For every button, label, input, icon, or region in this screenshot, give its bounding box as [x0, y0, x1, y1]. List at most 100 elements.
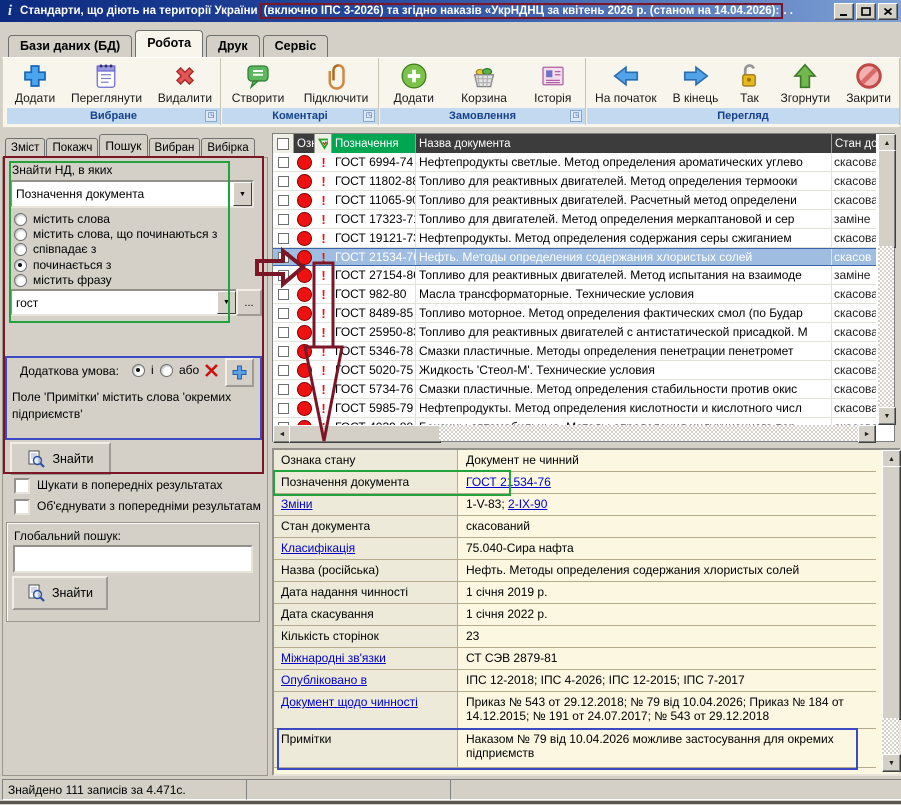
detail-value-link[interactable]: 2-IX-90: [508, 497, 547, 511]
table-row[interactable]: !ГОСТ 8489-85Топливо моторное. Метод опр…: [273, 304, 876, 323]
tab-Бази даних (БД)[interactable]: Бази даних (БД): [8, 35, 132, 57]
row-checkbox[interactable]: [273, 361, 294, 379]
row-checkbox[interactable]: [273, 249, 294, 265]
radio-match-option[interactable]: містить слова, що починаються з: [14, 227, 217, 241]
scroll-track[interactable]: [878, 246, 894, 407]
detail-label-link[interactable]: Класифікація: [281, 541, 355, 555]
toolbar-button-plus-circle[interactable]: Додати: [390, 60, 438, 106]
toolbar-button-no-entry[interactable]: Закрити: [842, 60, 895, 106]
row-checkbox[interactable]: [273, 210, 294, 228]
scroll-track[interactable]: [882, 718, 899, 754]
toolbar-button-comment[interactable]: Створити: [228, 60, 289, 106]
chevron-down-icon[interactable]: ▼: [233, 182, 252, 206]
row-checkbox[interactable]: [273, 191, 294, 209]
maximize-button[interactable]: [856, 3, 876, 20]
table-row[interactable]: !ГОСТ 5346-78Смазки пластичные. Методы о…: [273, 342, 876, 361]
table-row[interactable]: !ГОСТ 11065-90Топливо для реактивных дви…: [273, 191, 876, 210]
detail-label[interactable]: Опубліковано в: [274, 670, 458, 691]
toolbar-button-arrow-up[interactable]: Згорнути: [777, 60, 835, 106]
close-button[interactable]: [878, 3, 898, 20]
table-row[interactable]: !ГОСТ 5020-75Жидкость 'Стеол-М'. Техниче…: [273, 361, 876, 380]
add-condition-button[interactable]: [225, 358, 254, 387]
group-dialog-launcher-icon[interactable]: ◳: [570, 110, 582, 122]
row-checkbox[interactable]: [273, 229, 294, 247]
toolbar-button-history[interactable]: Історія: [530, 60, 575, 106]
row-checkbox[interactable]: [273, 323, 294, 341]
table-row[interactable]: !ГОСТ 982-80Масла трансформаторные. Техн…: [273, 285, 876, 304]
table-row[interactable]: !ГОСТ 11802-88Топливо для реактивных дви…: [273, 172, 876, 191]
group-dialog-launcher-icon[interactable]: ◳: [363, 110, 375, 122]
remove-condition-button[interactable]: [201, 359, 222, 382]
toolbar-button-notepad[interactable]: Переглянути: [67, 60, 146, 106]
row-checkbox[interactable]: [273, 266, 294, 284]
row-checkbox[interactable]: [273, 285, 294, 303]
detail-label[interactable]: Міжнародні зв'язки: [274, 648, 458, 669]
toolbar-button-plus-blue[interactable]: Додати: [11, 60, 59, 106]
scroll-right-icon[interactable]: ►: [858, 425, 876, 443]
browse-button[interactable]: ...: [236, 289, 262, 316]
checkbox-union-previous[interactable]: Об'єднувати з попередніми результатам: [14, 499, 266, 515]
row-checkbox[interactable]: [273, 380, 294, 398]
scroll-down-icon[interactable]: ▼: [882, 754, 901, 772]
toolbar-button-padlock[interactable]: Так: [730, 60, 768, 106]
toolbar-button-basket[interactable]: Корзина: [457, 60, 511, 106]
left-tab-Пошук[interactable]: Пошук: [99, 134, 147, 158]
detail-label-link[interactable]: Документ щодо чинності: [281, 695, 418, 709]
table-row[interactable]: !ГОСТ 6994-74Нефтепродукты светлые. Мето…: [273, 153, 876, 172]
header-designation[interactable]: Позначення: [332, 134, 416, 153]
detail-label-link[interactable]: Опубліковано в: [281, 673, 367, 687]
minimize-button[interactable]: [834, 3, 854, 20]
scroll-down-icon[interactable]: ▼: [878, 407, 896, 425]
scroll-thumb[interactable]: [882, 466, 901, 720]
tab-Робота[interactable]: Робота: [135, 30, 203, 57]
search-field-combobox[interactable]: Позначення документа ▼: [10, 180, 254, 208]
left-tab-Вибран[interactable]: Вибран: [149, 138, 201, 158]
detail-label[interactable]: Документ щодо чинності: [274, 692, 458, 728]
radio-and[interactable]: і: [132, 363, 154, 377]
toolbar-button-paperclip[interactable]: Підключити: [300, 60, 373, 106]
table-row[interactable]: !ГОСТ 19121-73Нефтепродукты. Метод опред…: [273, 229, 876, 248]
checkbox-search-previous[interactable]: Шукати в попередніх результатах: [14, 478, 260, 494]
toolbar-button-red-x[interactable]: Видалити: [154, 60, 216, 106]
row-checkbox[interactable]: [273, 172, 294, 190]
table-row[interactable]: !ГОСТ 5734-76Смазки пластичные. Метод оп…: [273, 380, 876, 399]
row-checkbox[interactable]: [273, 399, 294, 417]
radio-match-option[interactable]: містить фразу: [14, 273, 112, 287]
toolbar-button-arrow-left[interactable]: На початок: [591, 60, 661, 106]
table-row[interactable]: !ГОСТ 17323-71Топливо для двигателей. Ме…: [273, 210, 876, 229]
tab-Сервіс[interactable]: Сервіс: [263, 35, 329, 57]
table-row[interactable]: !ГОСТ 25950-83Топливо для реактивных дви…: [273, 323, 876, 342]
vertical-scrollbar[interactable]: ▲ ▼: [878, 134, 894, 423]
radio-or[interactable]: або: [160, 363, 199, 377]
scroll-thumb[interactable]: [878, 150, 896, 248]
detail-label-link[interactable]: Зміни: [281, 497, 313, 511]
header-select-all[interactable]: [273, 134, 294, 153]
left-tab-Вибірка[interactable]: Вибірка: [201, 138, 254, 158]
chevron-down-icon[interactable]: ▼: [217, 291, 236, 314]
header-status[interactable]: Стан до: [832, 134, 876, 153]
search-term-combobox[interactable]: гост ▼: [10, 289, 238, 316]
scroll-thumb[interactable]: [289, 425, 441, 443]
radio-match-option[interactable]: співпадає з: [14, 242, 96, 256]
detail-label[interactable]: Класифікація: [274, 538, 458, 559]
radio-match-option[interactable]: містить слова: [14, 212, 110, 226]
detail-label-link[interactable]: Міжнародні зв'язки: [281, 651, 386, 665]
row-checkbox[interactable]: [273, 342, 294, 360]
toolbar-button-arrow-right[interactable]: В кінець: [669, 60, 723, 106]
global-find-button[interactable]: Знайти: [12, 576, 108, 610]
left-tab-Зміст[interactable]: Зміст: [5, 138, 45, 158]
row-checkbox[interactable]: [273, 304, 294, 322]
table-row[interactable]: !ГОСТ 5985-79Нефтепродукты. Метод опреде…: [273, 399, 876, 418]
scroll-track[interactable]: [439, 425, 860, 441]
radio-match-option[interactable]: починається з: [14, 258, 111, 272]
group-dialog-launcher-icon[interactable]: ◳: [205, 110, 217, 122]
table-row[interactable]: !ГОСТ 21534-76Нефть. Методы определения …: [273, 248, 876, 266]
table-row[interactable]: !ГОСТ 27154-86Топливо для реактивных дви…: [273, 266, 876, 285]
global-search-input[interactable]: [13, 545, 253, 573]
header-name[interactable]: Назва документа: [416, 134, 832, 153]
header-filter[interactable]: [315, 134, 332, 153]
detail-value-link[interactable]: ГОСТ 21534-76: [466, 475, 551, 489]
header-state[interactable]: Озн: [294, 134, 315, 153]
tab-Друк[interactable]: Друк: [206, 35, 260, 57]
detail-label[interactable]: Зміни: [274, 494, 458, 515]
